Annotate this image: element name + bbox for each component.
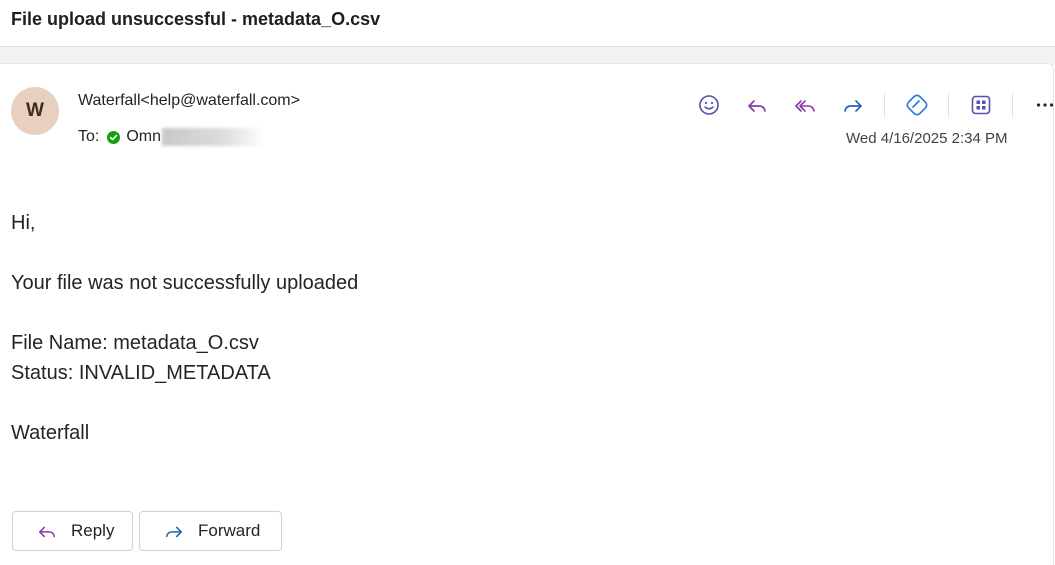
toolbar-divider: [1012, 93, 1013, 117]
redacted-recipient: [162, 128, 264, 146]
forward-icon: [164, 521, 184, 541]
forward-toolbar-button[interactable]: [836, 90, 869, 120]
apps-icon: [970, 94, 992, 116]
to-label: To:: [78, 128, 99, 146]
body-file-name: File Name: metadata_O.csv: [11, 332, 259, 355]
body-signature: Waterfall: [11, 422, 89, 445]
more-actions-button[interactable]: [1028, 90, 1055, 120]
loop-button[interactable]: [900, 90, 933, 120]
reply-icon: [746, 94, 768, 116]
smile-icon: [698, 94, 720, 116]
forward-button[interactable]: Forward: [139, 511, 282, 551]
reply-icon: [37, 521, 57, 541]
sender-name[interactable]: Waterfall<help@waterfall.com>: [78, 92, 300, 110]
toolbar-divider: [948, 93, 949, 117]
body-status: Status: INVALID_METADATA: [11, 362, 271, 385]
reply-all-icon: [794, 94, 816, 116]
forward-button-label: Forward: [198, 521, 260, 541]
body-message: Your file was not successfully uploaded: [11, 272, 358, 295]
forward-icon: [842, 94, 864, 116]
loop-icon: [905, 93, 929, 117]
reply-button[interactable]: Reply: [12, 511, 133, 551]
message-toolbar: [692, 90, 1055, 120]
more-icon: [1034, 94, 1055, 116]
body-greeting: Hi,: [11, 212, 35, 235]
avatar[interactable]: W: [11, 87, 59, 135]
reply-all-toolbar-button[interactable]: [788, 90, 821, 120]
subject-bar: File upload unsuccessful - metadata_O.cs…: [0, 0, 1055, 47]
presence-available-icon: [107, 131, 120, 144]
email-subject: File upload unsuccessful - metadata_O.cs…: [11, 9, 380, 30]
apps-button[interactable]: [964, 90, 997, 120]
recipient-name[interactable]: Omn: [126, 128, 161, 146]
reply-toolbar-button[interactable]: [740, 90, 773, 120]
sent-date: Wed 4/16/2025 2:34 PM: [846, 130, 1008, 147]
recipient-line: To: Omn: [78, 128, 264, 146]
reply-button-label: Reply: [71, 521, 114, 541]
emoji-react-button[interactable]: [692, 90, 725, 120]
toolbar-divider: [884, 93, 885, 117]
